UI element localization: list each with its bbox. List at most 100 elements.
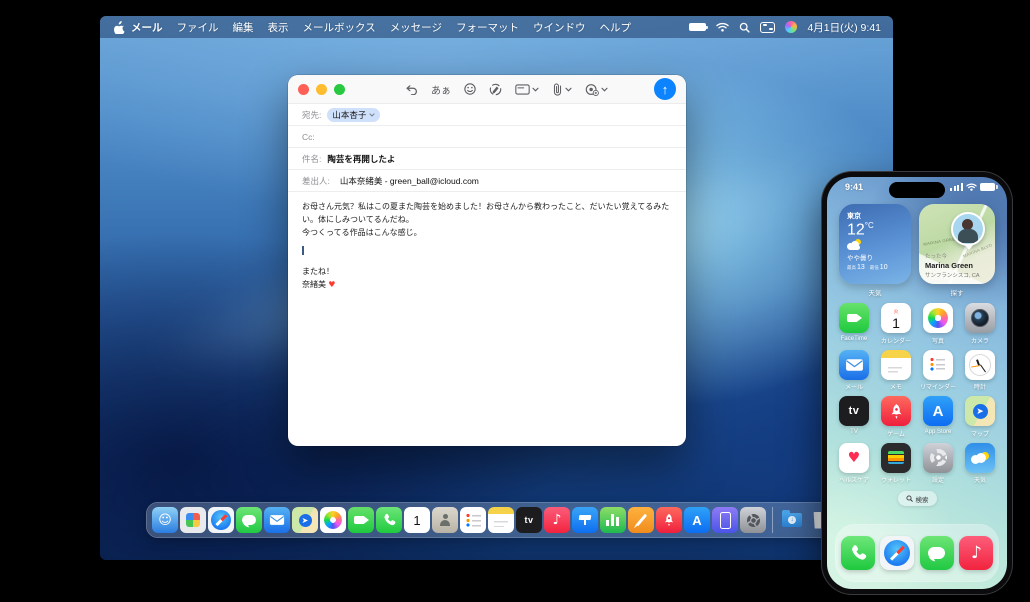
menu-help[interactable]: ヘルプ: [599, 20, 631, 35]
rocket-shape: [662, 513, 676, 527]
findmy-widget[interactable]: MARINA GREEN DR MARINA BLVD たった今 Marina …: [919, 204, 995, 284]
dock-iphone-mirroring-icon[interactable]: [712, 507, 738, 533]
zoom-window-button[interactable]: [334, 84, 345, 95]
header-fields-button[interactable]: [515, 84, 539, 95]
widgets-row: 東京 12°C やや曇り 最高13 最低10 天気 MARINA GREEN D…: [827, 204, 1007, 297]
markup-icon[interactable]: [489, 83, 502, 96]
dock-downloads-icon[interactable]: ↓: [779, 507, 805, 533]
spotlight-search-icon[interactable]: [739, 22, 750, 33]
recipient-token[interactable]: 山本杏子: [327, 108, 380, 122]
app-weather[interactable]: 天気: [961, 443, 999, 485]
app-clock[interactable]: 時計: [961, 350, 999, 392]
dock-games-icon[interactable]: [656, 507, 682, 533]
to-field[interactable]: 宛先: 山本杏子: [288, 104, 686, 126]
close-window-button[interactable]: [298, 84, 309, 95]
dock-finder-icon[interactable]: ☺: [152, 507, 178, 533]
send-button[interactable]: ↑: [654, 78, 676, 100]
from-field[interactable]: 差出人: 山本奈緒美 - green_ball@icloud.com: [288, 170, 686, 192]
menu-view[interactable]: 表示: [268, 20, 289, 35]
send-arrow-icon: ↑: [662, 83, 669, 96]
menu-items: メール ファイル 編集 表示 メールボックス メッセージ フォーマット ウインド…: [131, 20, 631, 35]
insert-photo-button[interactable]: [585, 83, 608, 96]
control-center-icon[interactable]: [760, 22, 775, 33]
app-photos[interactable]: 写真: [919, 303, 957, 345]
app-settings[interactable]: 設定: [919, 443, 957, 485]
dock-contacts-icon[interactable]: [432, 507, 458, 533]
dock-phone-icon[interactable]: [841, 536, 875, 570]
app-maps[interactable]: ➤マップ: [961, 396, 999, 438]
dock-music-icon[interactable]: ♪: [544, 507, 570, 533]
dock-calendar-icon[interactable]: 1: [404, 507, 430, 533]
phone-handset-shape: [849, 544, 867, 562]
dock-launchpad-icon[interactable]: [180, 507, 206, 533]
undo-icon[interactable]: [405, 84, 418, 95]
mail-toolbar: あぁ: [288, 75, 686, 104]
flower-shape: [324, 511, 342, 529]
menu-mail[interactable]: メール: [131, 20, 163, 35]
dock-music-icon[interactable]: ♪: [959, 536, 993, 570]
siri-icon[interactable]: [785, 21, 797, 33]
dock-settings-icon[interactable]: [740, 507, 766, 533]
app-reminders[interactable]: リマインダー: [919, 350, 957, 392]
menu-file[interactable]: ファイル: [177, 20, 219, 35]
app-facetime[interactable]: FaceTime: [835, 303, 873, 345]
format-text-button[interactable]: あぁ: [431, 82, 451, 97]
minimize-window-button[interactable]: [316, 84, 327, 95]
dock-pages-icon[interactable]: [628, 507, 654, 533]
menu-message[interactable]: メッセージ: [390, 20, 442, 35]
weather-temp: 12°C: [847, 221, 903, 240]
cc-label: Cc:: [302, 132, 315, 142]
dock-keynote-icon[interactable]: [572, 507, 598, 533]
app-appstore[interactable]: AApp Store: [919, 396, 957, 438]
menu-format[interactable]: フォーマット: [456, 20, 519, 35]
app-wallet[interactable]: ウォレット: [877, 443, 915, 485]
weather-icon: [971, 452, 989, 464]
dock-appstore-icon[interactable]: A: [684, 507, 710, 533]
dock-notes-icon[interactable]: [488, 507, 514, 533]
emoji-icon[interactable]: [464, 83, 476, 95]
dock-messages-icon[interactable]: [920, 536, 954, 570]
app-camera[interactable]: カメラ: [961, 303, 999, 345]
app-mail[interactable]: メール: [835, 350, 873, 392]
menu-bar-clock[interactable]: 4月1日(火) 9:41: [807, 20, 881, 35]
dock-mail-icon[interactable]: [264, 507, 290, 533]
battery-icon[interactable]: [689, 23, 706, 31]
iphone-status-bar: 9:41: [827, 177, 1007, 197]
cc-field[interactable]: Cc:: [288, 126, 686, 148]
dock-reminders-icon[interactable]: [460, 507, 486, 533]
menu-mailbox[interactable]: メールボックス: [303, 20, 376, 35]
compass-shape: [211, 510, 231, 530]
dock-numbers-icon[interactable]: [600, 507, 626, 533]
apple-menu-icon[interactable]: [114, 21, 125, 34]
app-health[interactable]: ♥ヘルスケア: [835, 443, 873, 485]
folder-shape: ↓: [782, 513, 802, 527]
dock-maps-icon[interactable]: ➤: [292, 507, 318, 533]
menu-window[interactable]: ウインドウ: [533, 20, 586, 35]
menu-edit[interactable]: 編集: [233, 20, 254, 35]
compass-shape: [884, 540, 910, 566]
appstore-a-logo: A: [692, 513, 701, 528]
weather-widget[interactable]: 東京 12°C やや曇り 最高13 最低10: [839, 204, 911, 284]
subject-field[interactable]: 件名: 陶芸を再開したよ: [288, 148, 686, 170]
dock-facetime-icon[interactable]: [348, 507, 374, 533]
app-games[interactable]: ゲーム: [877, 396, 915, 438]
attach-file-button[interactable]: [552, 83, 572, 96]
dock-photos-icon[interactable]: [320, 507, 346, 533]
dynamic-island: [889, 182, 945, 198]
app-calendar[interactable]: 火1カレンダー: [877, 303, 915, 345]
dock-messages-icon[interactable]: [236, 507, 262, 533]
dock-safari-icon[interactable]: [880, 536, 914, 570]
app-notes[interactable]: メモ: [877, 350, 915, 392]
dock-safari-icon[interactable]: [208, 507, 234, 533]
dock-phone-icon[interactable]: [376, 507, 402, 533]
home-search-pill[interactable]: 検索: [898, 491, 937, 506]
body-paragraph: お母さん元気？私はこの夏また陶芸を始めました！お母さんから教わったこと、だいたい…: [302, 201, 672, 227]
findmy-location: サンフランシスコ, CA: [925, 271, 980, 279]
search-label: 検索: [916, 494, 929, 504]
message-body[interactable]: お母さん元気？私はこの夏また陶芸を始めました！お母さんから教わったこと、だいたい…: [288, 192, 686, 301]
app-tv[interactable]: tvTV: [835, 396, 873, 438]
iphone-device: 9:41 東京 12°C やや曇り 最高13: [822, 172, 1012, 594]
gear-icon: [930, 449, 947, 466]
dock-tv-icon[interactable]: tv: [516, 507, 542, 533]
wifi-icon[interactable]: [716, 22, 729, 32]
